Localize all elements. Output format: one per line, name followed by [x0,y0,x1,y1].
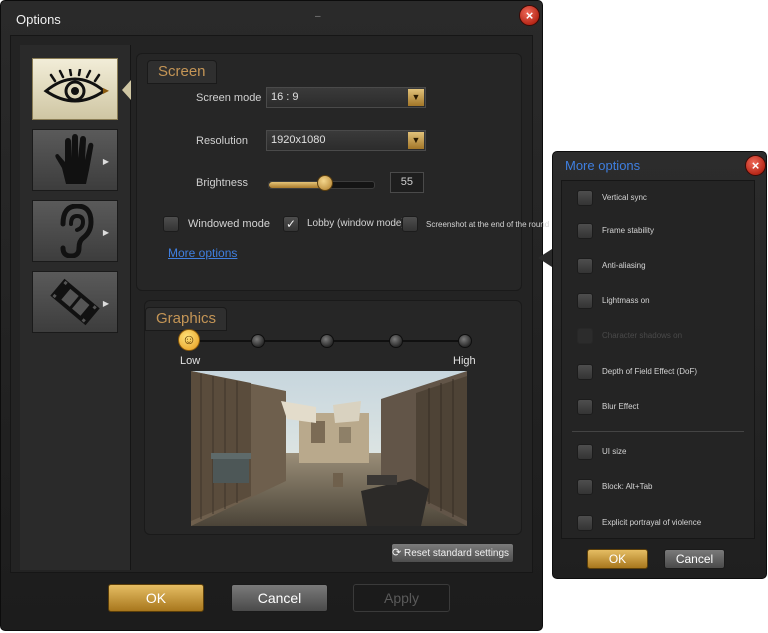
more-options-close-button[interactable]: × [745,155,766,176]
explicit-violence-label: Explicit portrayal of violence [602,518,702,527]
quality-high-label: High [453,355,476,367]
lobby-window-mode-label: Lobby (window mode) [307,218,405,229]
reset-standard-settings-button[interactable]: ⟳ Reset standard settings [391,543,514,563]
ui-size-label: UI size [602,447,627,456]
hand-icon [55,134,94,184]
ear-icon [60,204,94,258]
quality-selected-marker[interactable]: ☺ [178,329,200,351]
brightness-slider-handle[interactable] [317,175,333,191]
window-title: Options [16,12,61,27]
explicit-violence-checkbox[interactable] [577,515,593,531]
screen-panel-title: Screen [147,60,217,84]
resolution-value: 1920x1080 [271,134,326,146]
chevron-right-icon: ▶ [102,86,109,95]
chevron-right-icon: ▶ [102,157,109,166]
frame-stability-checkbox[interactable] [577,223,593,239]
more-options-ok-button[interactable]: OK [587,549,648,569]
active-category-pointer [122,80,131,100]
lobby-window-mode-checkbox[interactable]: ✓ [283,216,299,232]
quality-low-label: Low [180,355,201,367]
chevron-right-icon: ▶ [102,228,109,237]
eye-icon [43,69,107,103]
category-replay-button[interactable]: ▶ [32,271,118,333]
brightness-value: 55 [390,172,424,193]
blur-effect-checkbox[interactable] [577,399,593,415]
quality-level-5-dot[interactable] [458,334,472,348]
screenshot-end-round-label: Screenshot at the end of the round [426,220,550,229]
depth-of-field-checkbox[interactable] [577,364,593,380]
resolution-select[interactable]: 1920x1080 ▼ [266,130,426,151]
frame-stability-label: Frame stability [602,226,655,235]
more-options-title: More options [565,158,641,173]
vertical-sync-label: Vertical sync [602,193,647,202]
block-alt-tab-label: Block: Alt+Tab [602,482,653,491]
character-shadows-label: Character shadows on [602,331,683,340]
refresh-icon: ⟳ [392,547,402,559]
resolution-label: Resolution [196,135,248,147]
popup-pointer [538,249,552,267]
ok-button[interactable]: OK [108,584,204,612]
screenshot-end-round-checkbox[interactable] [402,216,418,232]
quality-level-4-dot[interactable] [389,334,403,348]
anti-aliasing-label: Anti-aliasing [602,261,646,270]
graphics-preview-image [191,371,467,526]
chevron-down-icon: ▼ [408,89,424,106]
reset-button-label: Reset standard settings [404,548,510,559]
quality-level-2-dot[interactable] [251,334,265,348]
screen-mode-select[interactable]: 16 : 9 ▼ [266,87,426,108]
more-options-divider [572,431,744,432]
screen-mode-label: Screen mode [196,92,262,104]
more-options-link[interactable]: More options [168,246,237,260]
block-alt-tab-checkbox[interactable] [577,479,593,495]
quality-level-3-dot[interactable] [320,334,334,348]
category-video-button[interactable]: ▶ [32,58,118,120]
windowed-mode-label: Windowed mode [188,218,270,230]
ui-size-checkbox[interactable] [577,444,593,460]
more-options-cancel-button[interactable]: Cancel [664,549,725,569]
anti-aliasing-checkbox[interactable] [577,258,593,274]
lightmass-checkbox[interactable] [577,293,593,309]
category-sidebar: ▶ ▶ ▶ ▶ [20,45,131,570]
blur-effect-label: Blur Effect [602,402,639,411]
character-shadows-checkbox[interactable] [577,328,593,344]
lightmass-label: Lightmass on [602,296,650,305]
brightness-label: Brightness [196,177,248,189]
windowed-mode-checkbox[interactable] [163,216,179,232]
graphics-panel-title: Graphics [145,307,228,331]
screen-mode-value: 16 : 9 [271,91,299,103]
cancel-button[interactable]: Cancel [231,584,328,612]
title-dash: – [315,11,321,22]
category-controls-button[interactable]: ▶ [32,129,118,191]
vertical-sync-checkbox[interactable] [577,190,593,206]
apply-button[interactable]: Apply [353,584,450,612]
chevron-down-icon: ▼ [408,132,424,149]
close-button[interactable]: × [519,5,540,26]
category-audio-button[interactable]: ▶ [32,200,118,262]
film-icon [50,278,100,326]
chevron-right-icon: ▶ [102,299,109,308]
depth-of-field-label: Depth of Field Effect (DoF) [602,367,697,376]
